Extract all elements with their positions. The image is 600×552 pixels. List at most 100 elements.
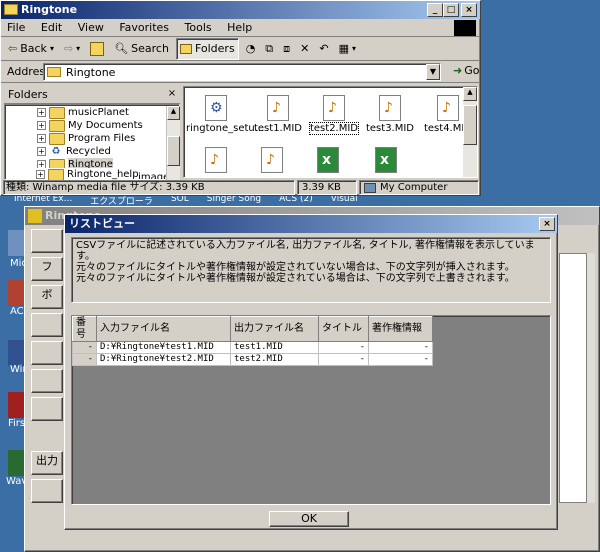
tree-item[interactable]: + My Documents — [37, 119, 143, 132]
status-text: 種類: Winamp media file サイズ: 3.39 KB — [3, 180, 295, 195]
midi-file-icon — [379, 95, 401, 121]
app-side-button[interactable]: 出力 — [31, 451, 63, 475]
app-side-button[interactable] — [31, 341, 63, 365]
description-box: CSVファイルに記述されている入力ファイル名, 出力ファイル名, タイトル, 著… — [71, 237, 551, 303]
app-side-button[interactable] — [31, 397, 63, 421]
folders-pane-header: Folders × — [4, 86, 180, 104]
up-folder-button[interactable] — [87, 38, 107, 60]
cell-input[interactable]: D:¥Ringtone¥test1.MID — [96, 341, 231, 354]
menu-favorites[interactable]: Favorites — [113, 19, 175, 37]
status-zone: My Computer — [359, 180, 479, 195]
minimize-button[interactable]: _ — [427, 3, 443, 17]
cell-input[interactable]: D:¥Ringtone¥test2.MID — [96, 353, 231, 366]
cell-title[interactable]: - — [318, 353, 369, 366]
col-header-title[interactable]: タイトル — [318, 316, 369, 342]
file-item-selected[interactable]: test2.MID — [306, 95, 362, 135]
forward-button[interactable]: ⇨ ▾ — [61, 38, 83, 60]
cell-output[interactable]: test1.MID — [230, 341, 319, 354]
folder-icon — [49, 132, 65, 145]
address-value: Ringtone — [66, 66, 116, 79]
undo-button[interactable]: ↶ — [316, 38, 331, 60]
menu-edit[interactable]: Edit — [35, 19, 68, 37]
file-item[interactable]: test3.MID — [362, 95, 418, 134]
history-button[interactable]: ◔ — [243, 38, 259, 60]
maximize-button[interactable]: □ — [443, 3, 459, 17]
cell-number: - — [72, 353, 97, 366]
file-item[interactable] — [188, 147, 244, 175]
folders-button[interactable]: Folders — [175, 37, 239, 60]
go-button[interactable]: ➜ Go — [453, 64, 479, 77]
excel-file-icon — [375, 147, 397, 173]
menu-view[interactable]: View — [72, 19, 110, 37]
file-item[interactable] — [244, 147, 300, 175]
app-side-button[interactable]: フ — [31, 257, 63, 281]
address-bar: Address Ringtone ▼ ➜ Go — [1, 61, 480, 83]
app-side-button[interactable]: ボ — [31, 285, 63, 309]
folder-icon — [49, 106, 65, 119]
folder-icon — [47, 67, 61, 77]
folder-icon — [48, 168, 64, 181]
folder-icon — [4, 4, 18, 15]
views-icon: ▦ — [338, 42, 349, 55]
views-button[interactable]: ▦ ▾ — [336, 38, 359, 60]
folders-pane: Folders × + musicPlanet + My Documents + Pr… — [4, 86, 180, 181]
status-bar: 種類: Winamp media file サイズ: 3.39 KB 3.39 … — [3, 180, 480, 195]
copy-to-icon: ⧈ — [283, 41, 291, 55]
midi-file-icon — [267, 95, 289, 121]
undo-icon: ↶ — [319, 42, 329, 55]
forward-arrow-icon: ⇨ — [63, 42, 74, 55]
my-computer-icon — [364, 182, 376, 193]
cell-copyright[interactable]: - — [368, 353, 433, 366]
app-side-button[interactable] — [31, 229, 63, 253]
file-item[interactable] — [300, 147, 356, 175]
address-field[interactable]: Ringtone ▼ — [43, 63, 441, 81]
file-item[interactable] — [358, 147, 414, 175]
file-item[interactable]: test1.MID — [250, 95, 306, 134]
app-list-area — [559, 253, 587, 503]
dialog-close-button[interactable]: × — [539, 217, 555, 231]
description-line-3: 元々のファイルにタイトルや著作権情報が設定されている場合は、下の文字列で上書きさ… — [76, 273, 515, 284]
menu-file[interactable]: File — [1, 19, 31, 37]
app-icon — [28, 209, 42, 223]
col-header-input[interactable]: 入力ファイル名 — [96, 316, 231, 342]
cell-output[interactable]: test2.MID — [230, 353, 319, 366]
copy-to-button[interactable]: ⧈ — [280, 38, 293, 60]
delete-button[interactable]: ✕ — [297, 38, 312, 60]
desktop-label-2: AC — [10, 306, 24, 317]
move-to-icon: ⧉ — [265, 41, 274, 55]
file-item[interactable]: ringtone_setu... — [186, 95, 264, 134]
folders-pane-close-button[interactable]: × — [166, 88, 178, 100]
folders-icon — [179, 43, 192, 54]
app-scrollbar[interactable] — [587, 253, 595, 503]
address-dropdown-button[interactable]: ▼ — [426, 64, 440, 80]
tree-item[interactable]: + Program Files — [37, 132, 135, 145]
folders-pane-title: Folders — [8, 88, 48, 101]
tree-item[interactable]: + musicPlanet — [37, 106, 129, 119]
col-header-number[interactable]: 番号 — [72, 316, 97, 342]
col-header-output[interactable]: 出力ファイル名 — [230, 316, 319, 342]
cell-copyright[interactable]: - — [368, 341, 433, 354]
file-view-scrollbar[interactable]: ▲ — [463, 87, 477, 177]
excel-file-icon — [317, 147, 339, 173]
app-side-button[interactable] — [31, 369, 63, 393]
move-to-button[interactable]: ⧉ — [262, 38, 276, 60]
menu-tools[interactable]: Tools — [179, 19, 218, 37]
app-side-button[interactable] — [31, 479, 63, 503]
table-row[interactable]: - D:¥Ringtone¥test2.MID test2.MID - - — [72, 353, 433, 366]
menu-help[interactable]: Help — [221, 19, 258, 37]
back-arrow-icon: ⇦ — [8, 42, 18, 55]
tree-scrollbar[interactable]: ▲ — [166, 106, 180, 180]
back-button[interactable]: ⇦ Back ▾ — [5, 38, 57, 60]
tree-item[interactable]: + ♻ Recycled — [37, 145, 111, 158]
search-button[interactable]: 🔍︎ Search — [111, 38, 172, 60]
explorer-titlebar: Ringtone _ □ × — [1, 1, 480, 19]
cell-title[interactable]: - — [318, 341, 369, 354]
list-view-dialog: リストビュー × CSVファイルに記述されている入力ファイル名, 出力ファイル名… — [64, 214, 558, 530]
table-row[interactable]: - D:¥Ringtone¥test1.MID test1.MID - - — [72, 341, 433, 354]
col-header-copyright[interactable]: 著作権情報 — [368, 316, 433, 342]
up-folder-icon — [90, 41, 105, 56]
midi-file-icon — [437, 95, 459, 121]
close-button[interactable]: × — [461, 3, 477, 17]
ok-button[interactable]: OK — [269, 511, 349, 527]
app-side-button[interactable] — [31, 313, 63, 337]
